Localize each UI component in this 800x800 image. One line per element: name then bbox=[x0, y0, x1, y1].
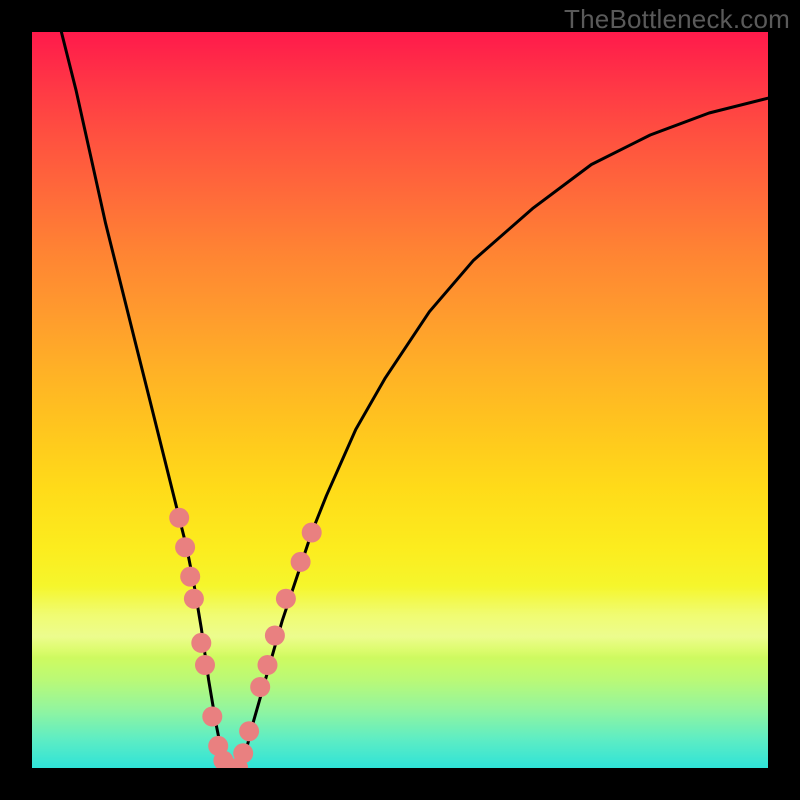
curve-marker bbox=[258, 655, 278, 675]
curve-marker bbox=[184, 589, 204, 609]
curve-marker bbox=[169, 508, 189, 528]
curve-marker bbox=[239, 721, 259, 741]
curve-marker bbox=[213, 751, 233, 768]
curve-marker bbox=[265, 626, 285, 646]
curve-marker bbox=[302, 523, 322, 543]
curve-marker bbox=[195, 655, 215, 675]
curve-marker bbox=[180, 567, 200, 587]
curve-marker bbox=[276, 589, 296, 609]
curve-marker bbox=[291, 552, 311, 572]
chart-frame: TheBottleneck.com bbox=[0, 0, 800, 800]
curve-marker bbox=[175, 537, 195, 557]
bottleneck-curve-svg bbox=[32, 32, 768, 768]
curve-marker bbox=[228, 758, 248, 768]
curve-marker bbox=[208, 736, 228, 756]
curve-marker bbox=[250, 677, 270, 697]
curve-marker bbox=[221, 758, 241, 768]
plot-area bbox=[32, 32, 768, 768]
watermark-text: TheBottleneck.com bbox=[564, 4, 790, 35]
highlight-band bbox=[32, 586, 768, 658]
curve-marker bbox=[191, 633, 211, 653]
marker-group bbox=[169, 508, 322, 768]
bottleneck-curve-line bbox=[61, 32, 768, 768]
curve-marker bbox=[202, 707, 222, 727]
curve-marker bbox=[233, 743, 253, 763]
